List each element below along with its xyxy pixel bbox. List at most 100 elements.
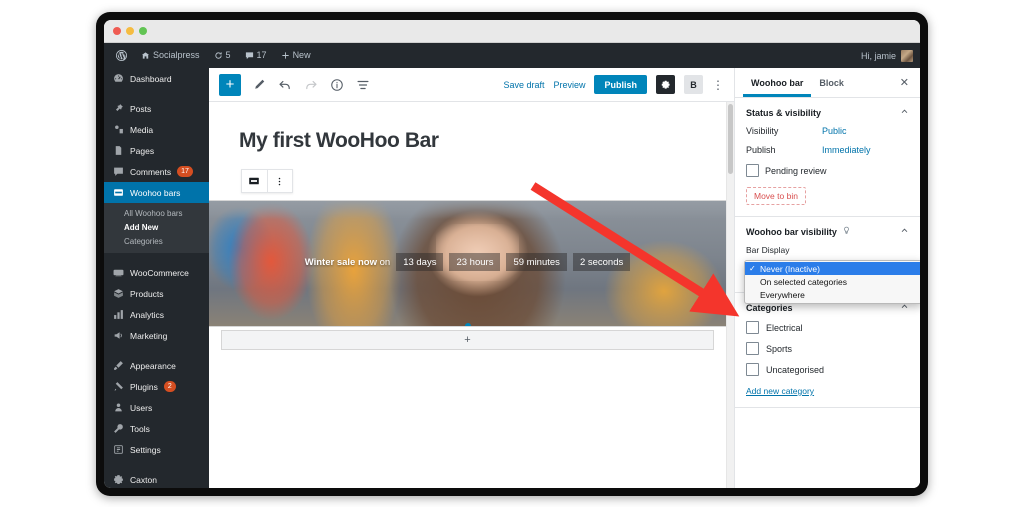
sidebar-item-analytics[interactable]: Analytics xyxy=(104,304,209,325)
wp-admin-bar: Socialpress 5 17 New Hi, jamie xyxy=(104,43,920,68)
sidebar-item-comments[interactable]: Comments 17 xyxy=(104,161,209,182)
admin-sidebar-menu: Dashboard Posts Media Pages Comments 17 … xyxy=(104,68,210,488)
product-icon xyxy=(113,288,124,299)
block-more-options-icon[interactable] xyxy=(266,170,293,192)
comments-menu[interactable]: 17 xyxy=(238,43,274,68)
countdown-hours: 23 hours xyxy=(449,253,501,271)
avatar xyxy=(901,49,913,62)
tab-woohoo-bar[interactable]: Woohoo bar xyxy=(743,68,811,97)
sidebar-item-woocommerce[interactable]: WooCommerce xyxy=(104,262,209,283)
visibility-value[interactable]: Public xyxy=(822,126,847,136)
publish-value[interactable]: Immediately xyxy=(822,145,871,155)
site-name-menu[interactable]: Socialpress xyxy=(134,43,207,68)
menu-separator xyxy=(104,89,209,98)
redo-icon[interactable] xyxy=(303,77,319,93)
window-controls[interactable] xyxy=(113,27,147,35)
pending-review-row[interactable]: Pending review xyxy=(746,164,909,177)
editor-canvas[interactable]: My first WooHoo Bar Winter sale now on 1… xyxy=(209,102,726,488)
scrollbar-thumb[interactable] xyxy=(728,104,733,174)
publish-button[interactable]: Publish xyxy=(594,75,647,94)
updates-menu[interactable]: 5 xyxy=(207,43,238,68)
sidebar-item-marketing[interactable]: Marketing xyxy=(104,325,209,346)
submenu-item-add-new[interactable]: Add New xyxy=(104,220,209,234)
more-menu-icon[interactable]: ⋮ xyxy=(712,79,724,91)
add-block-icon[interactable]: + xyxy=(219,73,241,96)
category-checkbox[interactable] xyxy=(746,363,759,376)
save-draft-button[interactable]: Save draft xyxy=(503,80,544,90)
sidebar-item-tools[interactable]: Tools xyxy=(104,418,209,439)
edit-tool-icon[interactable] xyxy=(251,77,267,93)
pending-review-checkbox[interactable] xyxy=(746,164,759,177)
undo-icon[interactable] xyxy=(277,77,293,93)
sidebar-item-label: Analytics xyxy=(130,309,165,320)
visibility-row: Visibility Public xyxy=(746,126,909,136)
category-checkbox[interactable] xyxy=(746,321,759,334)
comments-count: 17 xyxy=(256,50,267,60)
category-label: Electrical xyxy=(766,322,803,333)
sidebar-item-caxton[interactable]: Caxton xyxy=(104,469,209,488)
gear-icon xyxy=(113,474,124,485)
maximize-window-button[interactable] xyxy=(139,27,147,35)
section-title: Woohoo bar visibility xyxy=(746,226,837,237)
sidebar-item-settings[interactable]: Settings xyxy=(104,439,209,460)
close-icon[interactable]: ✕ xyxy=(900,76,912,89)
cover-block-icon[interactable] xyxy=(242,170,267,192)
sidebar-item-dashboard[interactable]: Dashboard xyxy=(104,68,209,89)
sidebar-item-plugins[interactable]: Plugins 2 xyxy=(104,376,209,397)
lightbulb-icon[interactable] xyxy=(842,226,851,237)
chevron-up-icon[interactable] xyxy=(900,226,909,237)
category-checkbox[interactable] xyxy=(746,342,759,355)
canvas-scrollbar[interactable] xyxy=(726,102,734,488)
block-navigation-icon[interactable] xyxy=(355,77,371,93)
publish-row: Publish Immediately xyxy=(746,145,909,155)
info-icon[interactable] xyxy=(329,77,345,93)
section-title: Categories xyxy=(746,302,793,313)
block-toolbar[interactable] xyxy=(241,169,293,193)
category-row-uncategorised[interactable]: Uncategorised xyxy=(746,363,909,376)
sidebar-item-appearance[interactable]: Appearance xyxy=(104,355,209,376)
sidebar-item-pages[interactable]: Pages xyxy=(104,140,209,161)
block-resize-handle[interactable] xyxy=(464,323,471,326)
add-new-category-link[interactable]: Add new category xyxy=(746,386,814,396)
page-icon xyxy=(113,145,124,156)
sidebar-item-label: Media xyxy=(130,124,154,135)
preview-button[interactable]: Preview xyxy=(553,80,585,90)
sidebar-item-users[interactable]: Users xyxy=(104,397,209,418)
section-title: Status & visibility xyxy=(746,107,822,118)
countdown-days: 13 days xyxy=(396,253,444,271)
wordpress-logo-icon[interactable] xyxy=(109,43,134,68)
close-window-button[interactable] xyxy=(113,27,121,35)
sidebar-item-label: WooCommerce xyxy=(130,267,189,278)
submenu-item-all-woohoo-bars[interactable]: All Woohoo bars xyxy=(104,206,209,220)
admin-bar-left: Socialpress 5 17 New xyxy=(104,43,318,68)
status-visibility-header[interactable]: Status & visibility xyxy=(746,107,909,118)
move-to-bin-button[interactable]: Move to bin xyxy=(746,187,806,205)
category-row-electrical[interactable]: Electrical xyxy=(746,321,909,334)
blocks-inspector-button[interactable]: B xyxy=(684,75,703,94)
category-row-sports[interactable]: Sports xyxy=(746,342,909,355)
analytics-icon xyxy=(113,309,124,320)
tab-block[interactable]: Block xyxy=(811,68,852,97)
woohoo-bar-visibility-header[interactable]: Woohoo bar visibility xyxy=(746,226,909,237)
sidebar-item-products[interactable]: Products xyxy=(104,283,209,304)
gear-icon[interactable] xyxy=(656,75,675,94)
sidebar-item-posts[interactable]: Posts xyxy=(104,98,209,119)
dropdown-option-never[interactable]: ✓ Never (Inactive) xyxy=(745,262,920,275)
dropdown-option-on-selected-categories[interactable]: On selected categories xyxy=(745,275,920,288)
woohoo-bar-block[interactable]: Winter sale now on 13 days 23 hours 59 m… xyxy=(209,200,726,327)
sidebar-item-media[interactable]: Media xyxy=(104,119,209,140)
chevron-up-icon[interactable] xyxy=(900,107,909,118)
new-content-menu[interactable]: New xyxy=(274,43,318,68)
submenu-item-categories[interactable]: Categories xyxy=(104,234,209,248)
sidebar-item-woohoo-bars[interactable]: Woohoo bars xyxy=(104,182,210,203)
bar-display-select[interactable]: ✓ Never (Inactive) On selected categorie… xyxy=(744,260,920,304)
pending-review-label: Pending review xyxy=(765,165,827,176)
page-title[interactable]: My first WooHoo Bar xyxy=(239,129,726,153)
block-appender[interactable]: + xyxy=(221,330,714,350)
admin-bar-right[interactable]: Hi, jamie xyxy=(861,49,920,62)
dropdown-option-everywhere[interactable]: Everywhere xyxy=(745,288,920,301)
sidebar-item-label: Appearance xyxy=(130,360,176,371)
bar-display-dropdown[interactable]: ✓ Never (Inactive) On selected categorie… xyxy=(744,260,920,304)
minimize-window-button[interactable] xyxy=(126,27,134,35)
editor-toolbar-right: Save draft Preview Publish B ⋮ xyxy=(503,75,724,94)
